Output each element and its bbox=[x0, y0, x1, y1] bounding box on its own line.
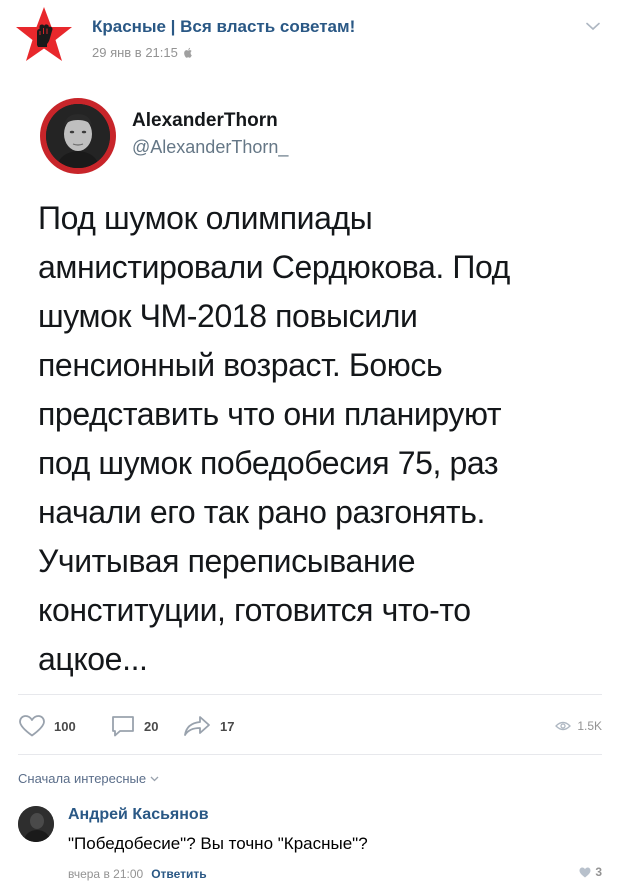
heart-icon bbox=[19, 715, 45, 737]
community-name[interactable]: Красные | Вся власть советам! bbox=[92, 17, 355, 37]
commenter-name[interactable]: Андрей Касьянов bbox=[68, 806, 209, 824]
comment-like-count: 3 bbox=[595, 865, 602, 879]
comment-icon bbox=[112, 716, 134, 737]
comment-footer: вчера в 21:00 Ответить bbox=[68, 867, 207, 881]
tweet-avatar[interactable] bbox=[40, 98, 116, 174]
comment-count: 20 bbox=[144, 718, 159, 734]
tweet-text-line: под шумок победобесия 75, раз bbox=[38, 445, 499, 481]
tweet-text-line: пенсионный возраст. Боюсь bbox=[38, 347, 443, 383]
share-button[interactable]: 17 bbox=[182, 708, 234, 744]
sort-label: Сначала интересные bbox=[18, 771, 147, 786]
divider bbox=[18, 754, 602, 755]
post-meta: 29 янв в 21:15 bbox=[92, 45, 193, 60]
tweet-author-name[interactable]: AlexanderThorn bbox=[132, 110, 278, 132]
share-icon bbox=[184, 716, 210, 736]
comment-item: Андрей Касьянов "Победобесие"? Вы точно … bbox=[0, 798, 620, 892]
commenter-photo bbox=[18, 806, 54, 842]
chevron-down-icon[interactable] bbox=[586, 22, 600, 31]
like-button[interactable]: 100 bbox=[18, 708, 76, 744]
portrait-image bbox=[46, 104, 110, 168]
tweet-text-line: шумок ЧМ-2018 повысили bbox=[38, 298, 418, 334]
heart-icon bbox=[579, 867, 591, 877]
share-count: 17 bbox=[220, 718, 235, 734]
tweet-text-line: ацкое... bbox=[38, 641, 148, 677]
divider bbox=[18, 694, 602, 695]
post-timestamp[interactable]: 29 янв в 21:15 bbox=[92, 45, 178, 60]
eye-icon bbox=[555, 721, 572, 731]
red-star-fist-logo bbox=[16, 7, 72, 61]
reply-button[interactable]: Ответить bbox=[151, 867, 206, 881]
tweet-text-line: начали его так рано разгонять. bbox=[38, 494, 485, 530]
comment-sort-toggle[interactable]: Сначала интересные bbox=[18, 771, 159, 786]
action-bar: 100 20 17 1.5K bbox=[0, 708, 620, 744]
community-avatar[interactable] bbox=[14, 5, 74, 65]
views-count: 1.5K bbox=[577, 719, 602, 733]
tweet-avatar-photo bbox=[46, 104, 110, 168]
commenter-avatar[interactable] bbox=[18, 806, 54, 842]
tweet-text-line: представить что они планируют bbox=[38, 396, 502, 432]
tweet-text-line: амнистировали Сердюкова. Под bbox=[38, 249, 510, 285]
chevron-down-icon bbox=[150, 776, 159, 781]
like-count: 100 bbox=[54, 718, 76, 734]
post-header: Красные | Вся власть советам! 29 янв в 2… bbox=[0, 0, 620, 80]
comment-like-button[interactable]: 3 bbox=[579, 865, 602, 879]
apple-icon bbox=[184, 47, 192, 58]
tweet-handle[interactable]: @AlexanderThorn_ bbox=[132, 137, 288, 158]
views-counter: 1.5K bbox=[555, 708, 602, 744]
tweet-text: Под шумок олимпиады амнистировали Сердюк… bbox=[38, 194, 578, 684]
comment-time[interactable]: вчера в 21:00 bbox=[68, 867, 143, 881]
tweet-text-line: Учитывая переписывание bbox=[38, 543, 416, 579]
comment-button[interactable]: 20 bbox=[110, 708, 158, 744]
comment-text: "Победобесие"? Вы точно "Красные"? bbox=[68, 834, 368, 853]
tweet-author: AlexanderThorn @AlexanderThorn_ bbox=[40, 98, 580, 178]
tweet-text-line: Под шумок олимпиады bbox=[38, 200, 373, 236]
tweet-text-line: конституции, готовится что-то bbox=[38, 592, 471, 628]
